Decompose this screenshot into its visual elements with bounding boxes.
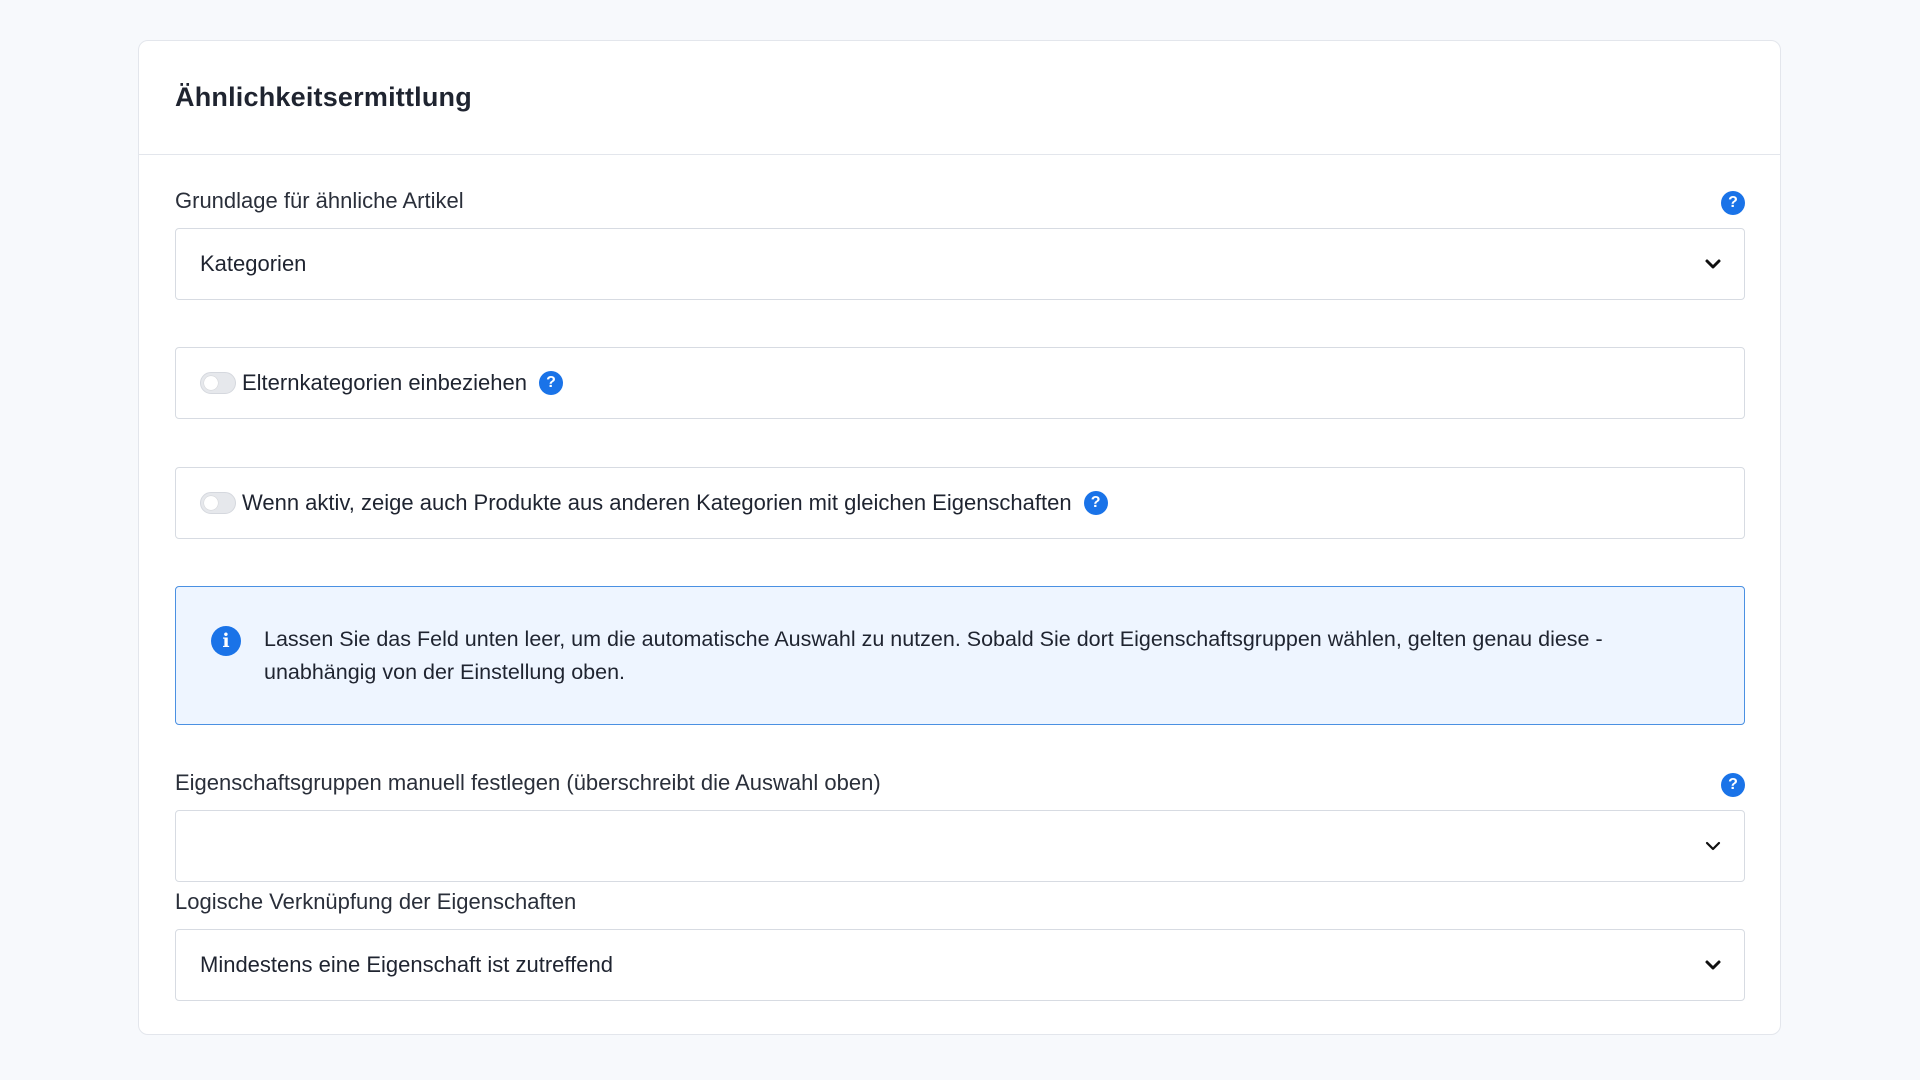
property-groups-help-icon[interactable]: ?	[1721, 773, 1745, 797]
basis-select-value: Kategorien	[200, 251, 307, 276]
other-categories-help-icon[interactable]: ?	[1083, 491, 1108, 515]
parent-categories-label: Elternkategorien einbeziehen	[242, 370, 527, 395]
toggle-knob	[204, 496, 218, 510]
info-alert: i Lassen Sie das Feld unten leer, um die…	[175, 586, 1745, 725]
toggle-knob	[204, 376, 218, 390]
info-text: Lassen Sie das Feld unten leer, um die a…	[264, 626, 1603, 684]
section-title: Ähnlichkeitsermittlung	[175, 82, 472, 112]
parent-categories-toggle[interactable]	[200, 372, 236, 394]
chevron-down-icon	[1705, 841, 1721, 851]
other-categories-row: Wenn aktiv, zeige auch Produkte aus ande…	[175, 467, 1745, 539]
info-icon: i	[211, 625, 241, 656]
property-groups-select[interactable]	[175, 810, 1745, 882]
parent-categories-row: Elternkategorien einbeziehen ?	[175, 347, 1745, 419]
parent-categories-help-icon[interactable]: ?	[538, 371, 563, 395]
basis-help-icon[interactable]: ?	[1721, 191, 1745, 215]
logic-select[interactable]: Mindestens eine Eigenschaft ist zutreffe…	[175, 929, 1745, 1001]
other-categories-toggle[interactable]	[200, 492, 236, 514]
chevron-down-icon	[1705, 259, 1721, 269]
logic-select-value: Mindestens eine Eigenschaft ist zutreffe…	[200, 952, 613, 977]
other-categories-label: Wenn aktiv, zeige auch Produkte aus ande…	[242, 490, 1072, 515]
basis-label: Grundlage für ähnliche Artikel	[175, 188, 464, 213]
chevron-down-icon	[1705, 960, 1721, 970]
basis-select[interactable]: Kategorien	[175, 228, 1745, 300]
settings-card: Ähnlichkeitsermittlung Grundlage für ähn…	[138, 40, 1781, 1035]
property-groups-label: Eigenschaftsgruppen manuell festlegen (ü…	[175, 770, 881, 795]
logic-label: Logische Verknüpfung der Eigenschaften	[175, 889, 577, 914]
card-header: Ähnlichkeitsermittlung	[139, 41, 1780, 155]
